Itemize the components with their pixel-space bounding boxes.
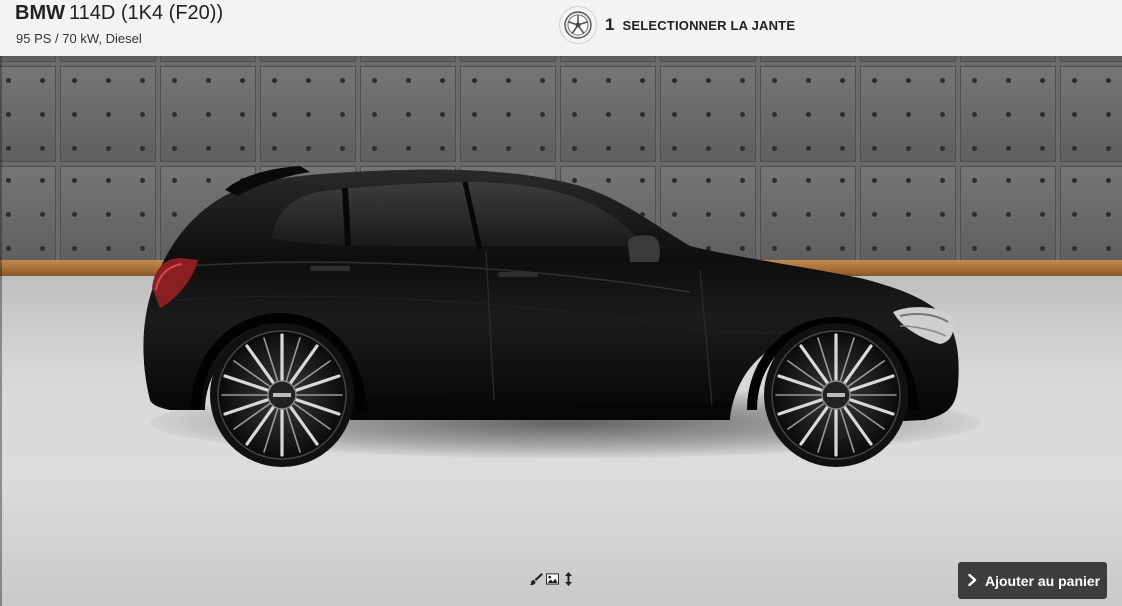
car-image	[143, 166, 959, 469]
car-scene	[0, 56, 1122, 606]
frame-edge	[0, 56, 2, 606]
add-to-cart-button[interactable]: Ajouter au panier	[958, 562, 1107, 599]
wheel-rim-icon[interactable]	[559, 6, 597, 44]
vehicle-title: BMW 114D (1K4 (F20))	[15, 2, 223, 25]
paintbrush-icon[interactable]	[530, 572, 543, 586]
vehicle-model: 114D (1K4 (F20))	[68, 2, 224, 24]
step-label: SELECTIONNER LA JANTE	[622, 17, 796, 33]
view-toolbar	[530, 572, 575, 586]
configurator-app: BMW 114D (1K4 (F20)) 95 PS / 70 kW, Diese…	[0, 0, 1122, 606]
vehicle-brand: BMW	[15, 2, 65, 24]
chevron-right-icon	[968, 573, 977, 589]
step-number: 1	[605, 15, 615, 34]
header-bar: BMW 114D (1K4 (F20)) 95 PS / 70 kW, Diese…	[0, 0, 1122, 56]
image-icon[interactable]	[546, 572, 559, 586]
add-to-cart-label: Ajouter au panier	[985, 572, 1101, 589]
vertical-arrows-icon[interactable]	[562, 572, 575, 586]
step-select-rim[interactable]: 1 SELECTIONNER LA JANTE	[559, 6, 795, 44]
vehicle-specs: 95 PS / 70 kW, Diesel	[16, 31, 142, 46]
